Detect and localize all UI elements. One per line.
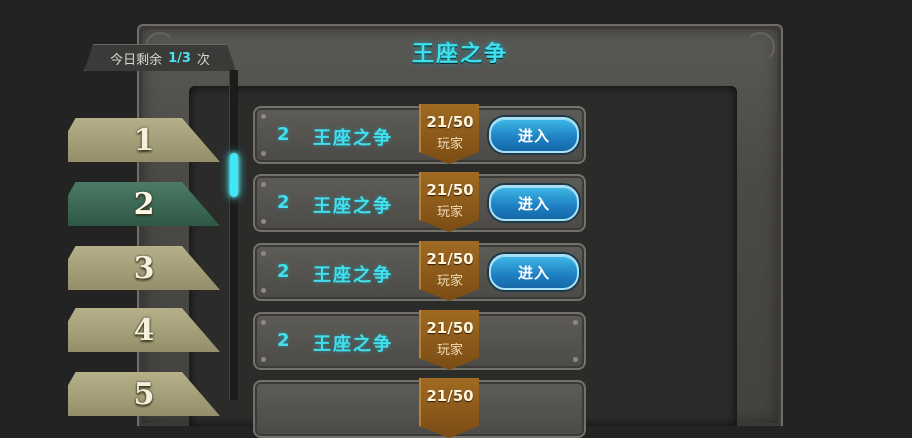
room-row: 2 王座之争 21/50 玩家 进入 — [253, 241, 586, 301]
rivet — [261, 219, 266, 224]
enter-button[interactable]: 进入 — [489, 185, 579, 221]
player-count: 21/50 — [426, 387, 474, 405]
enter-button[interactable]: 进入 — [489, 254, 579, 290]
room-level: 2 — [277, 330, 290, 351]
room-row: 2 王座之争 21/50 玩家 进入 — [253, 172, 586, 232]
floor-label: 2 — [133, 186, 155, 222]
room-row: 2 王座之争 21/50 玩家 进入 — [253, 104, 586, 164]
room-row: 21/50 — [253, 378, 586, 438]
panel-title: 王座之争 — [411, 42, 508, 67]
remaining-suffix: 次 — [196, 52, 210, 68]
rivet — [573, 357, 578, 362]
remaining-count: 1/3 — [168, 50, 191, 66]
player-count-badge: 21/50 玩家 — [419, 310, 479, 370]
room-level: 2 — [277, 124, 290, 145]
player-count: 21/50 — [426, 319, 474, 337]
rivet — [261, 151, 266, 156]
room-name: 王座之争 — [313, 128, 393, 149]
player-label: 玩家 — [436, 205, 463, 220]
room-name: 王座之争 — [313, 265, 393, 286]
player-count: 21/50 — [426, 250, 474, 268]
floor-label: 5 — [133, 376, 155, 412]
enter-button[interactable]: 进入 — [489, 117, 579, 153]
room-name: 王座之争 — [313, 334, 393, 355]
player-count-badge: 21/50 玩家 — [419, 104, 479, 164]
room-level: 2 — [277, 261, 290, 282]
rivet — [573, 320, 578, 325]
rivet — [261, 320, 266, 325]
remaining-prefix: 今日剩余 — [110, 52, 163, 68]
rivet — [261, 357, 266, 362]
room-level: 2 — [277, 192, 290, 213]
rivet — [261, 288, 266, 293]
rivet — [261, 251, 266, 256]
floor-label: 1 — [133, 122, 155, 158]
rivet — [261, 114, 266, 119]
floor-label: 3 — [133, 250, 155, 286]
player-count: 21/50 — [426, 113, 474, 131]
selected-floor-indicator — [230, 153, 238, 197]
floor-divider — [229, 70, 238, 400]
player-label: 玩家 — [436, 274, 463, 289]
player-count-badge: 21/50 玩家 — [419, 172, 479, 232]
room-name: 王座之争 — [313, 196, 393, 217]
player-count-badge: 21/50 玩家 — [419, 241, 479, 301]
remaining-attempts-tab: 今日剩余 1/3 次 — [84, 44, 236, 71]
room-row: 2 王座之争 21/50 玩家 — [253, 310, 586, 370]
player-label: 玩家 — [436, 137, 463, 152]
player-count: 21/50 — [426, 181, 474, 199]
floor-label: 4 — [133, 312, 155, 348]
player-count-badge: 21/50 — [419, 378, 479, 438]
player-label: 玩家 — [436, 343, 463, 358]
rivet — [261, 182, 266, 187]
